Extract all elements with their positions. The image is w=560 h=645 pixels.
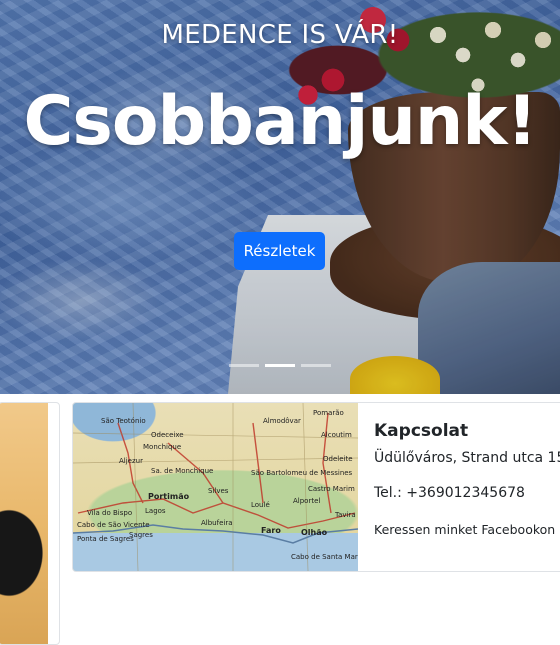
map-label: Cabo de Santa Maria	[291, 553, 358, 561]
map-label: Alportel	[293, 497, 320, 505]
carousel-indicator-2[interactable]	[265, 364, 295, 367]
map-label: Cabo de São Vicente	[77, 521, 150, 529]
map-label: Albufeira	[201, 519, 233, 527]
map-image: São Teotónio Odeceixe Monchique Aljezur …	[73, 403, 358, 571]
person-photo	[0, 403, 48, 644]
details-button[interactable]: Részletek	[234, 232, 325, 270]
map-label: Aljezur	[119, 457, 143, 465]
map-label: Silves	[208, 487, 229, 495]
hero-title: Csobbanjunk!	[23, 82, 537, 161]
contact-title: Kapcsolat	[374, 421, 469, 441]
contact-card: São Teotónio Odeceixe Monchique Aljezur …	[72, 402, 560, 572]
map-label: Odeceixe	[151, 431, 184, 439]
facebook-link[interactable]: Keressen minket Facebookon	[374, 522, 560, 537]
map-label: Tavira	[334, 511, 356, 519]
map-label: Monchique	[143, 443, 181, 451]
carousel-indicator-3[interactable]	[301, 364, 331, 367]
contact-phone: Tel.: +369012345678	[374, 485, 525, 501]
contact-body: Kapcsolat Üdülőváros, Strand utca 15 Tel…	[374, 421, 560, 537]
hero-carousel: MEDENCE IS VÁR! Csobbanjunk! Részletek	[0, 0, 560, 394]
map-label: Olhão	[301, 528, 328, 537]
map-label: Loulé	[251, 501, 270, 509]
hero-subtitle: MEDENCE IS VÁR!	[161, 20, 399, 50]
map-label: Almodôvar	[263, 417, 301, 425]
map-label: Portimão	[148, 492, 190, 501]
map-label: São Teotónio	[101, 417, 146, 425]
map-label: Sa. de Monchique	[151, 467, 213, 475]
contact-address: Üdülőváros, Strand utca 15	[374, 450, 560, 466]
partial-card	[0, 402, 60, 645]
map-label: Odeleite	[323, 455, 353, 463]
map-label: Alcoutim	[321, 431, 352, 439]
map-label: Castro Marim	[308, 485, 355, 493]
map-label: Faro	[261, 526, 281, 535]
map-label: Vila do Bispo	[87, 509, 132, 517]
map-label: Ponta de Sagres	[77, 535, 134, 543]
hero-overlay	[0, 0, 560, 394]
carousel-indicator-1[interactable]	[229, 364, 259, 367]
map-label: Pomarão	[313, 409, 344, 417]
map-label: São Bartolomeu de Messines	[251, 469, 353, 477]
carousel-indicators	[229, 364, 331, 367]
map-label: Lagos	[145, 507, 166, 515]
